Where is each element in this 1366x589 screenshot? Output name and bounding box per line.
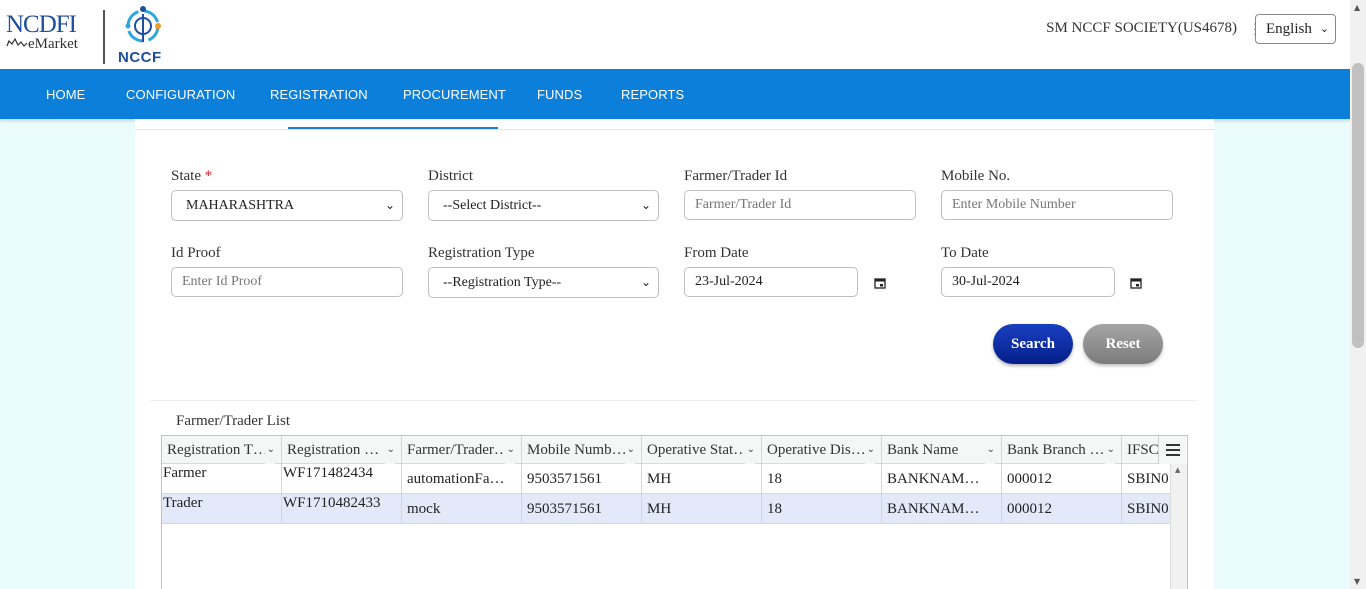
table-row[interactable]: Trader WF1710482433 mock 9503571561 MH 1…	[162, 494, 1170, 524]
sort-icon: ⌄	[984, 436, 995, 464]
cow-icon	[6, 37, 28, 47]
active-tab-indicator	[288, 127, 498, 129]
farmer-id-input[interactable]: Farmer/Trader Id	[684, 190, 916, 220]
reg-type-select[interactable]: --Registration Type-- ⌄	[428, 267, 659, 298]
language-value: English	[1266, 21, 1312, 37]
list-title: Farmer/Trader List	[176, 413, 291, 429]
table-cell: 9503571561	[522, 494, 642, 524]
society-name: SM NCCF SOCIETY(US4678)	[1046, 20, 1237, 36]
column-header[interactable]: Bank Branch … ⌄	[1002, 436, 1122, 464]
sort-icon: ⌄	[624, 436, 635, 464]
calendar-icon[interactable]	[874, 277, 886, 289]
table-cell: 000012	[1002, 464, 1122, 494]
table-row[interactable]: Farmer WF171482434 automationFa… 9503571…	[162, 464, 1170, 494]
emarket-logo-text: eMarket	[6, 36, 86, 53]
table-cell: BANKNAM…	[882, 494, 1002, 524]
state-select[interactable]: MAHARASHTRA ⌄	[171, 190, 403, 221]
column-header[interactable]: Operative Dis… ⌄	[762, 436, 882, 464]
table-cell: 18	[762, 464, 882, 494]
table-cell: MH	[642, 494, 762, 524]
column-header[interactable]: Bank Name ⌄	[882, 436, 1002, 464]
farmer-trader-grid: Registration T… ⌄ Registration … ⌄ Farmer/…	[161, 435, 1188, 589]
table-cell: 000012	[1002, 494, 1122, 524]
state-label: State *	[171, 168, 213, 184]
from-date-input[interactable]: 23-Jul-2024	[684, 267, 858, 297]
district-select[interactable]: --Select District-- ⌄	[428, 190, 659, 221]
from-date-label: From Date	[684, 245, 749, 261]
table-cell: 9503571561	[522, 464, 642, 494]
id-proof-label: Id Proof	[171, 245, 221, 261]
calendar-icon[interactable]	[1130, 277, 1142, 289]
nav-funds[interactable]: FUNDS	[537, 69, 582, 119]
column-header[interactable]: Farmer/Trader… ⌄	[402, 436, 522, 464]
tab-divider	[135, 129, 1214, 130]
reset-button[interactable]: Reset	[1083, 324, 1163, 364]
sort-icon: ⌄	[264, 436, 275, 464]
sort-icon: ⌄	[1104, 436, 1115, 464]
nav-reports[interactable]: REPORTS	[621, 69, 684, 119]
farmer-id-label: Farmer/Trader Id	[684, 168, 788, 184]
chevron-down-icon: ⌄	[640, 275, 651, 289]
column-header[interactable]: Mobile Numb… ⌄	[522, 436, 642, 464]
ncdfi-emarket-logo[interactable]: NCDFI eMarket	[6, 12, 86, 62]
to-date-label: To Date	[941, 245, 989, 261]
table-cell: SBIN0	[1127, 471, 1169, 487]
sort-icon: ⌄	[744, 436, 755, 464]
required-mark: *	[204, 168, 213, 184]
table-cell: WF171482434	[282, 464, 402, 494]
table-cell: MH	[642, 464, 762, 494]
nccf-emblem-icon	[125, 6, 161, 43]
chevron-down-icon: ⌄	[1319, 22, 1329, 35]
table-cell: 18	[762, 494, 882, 524]
page-scrollbar[interactable]: ▲ ▼	[1350, 0, 1366, 589]
sort-icon: ⌄	[384, 436, 395, 464]
id-proof-input[interactable]: Enter Id Proof	[171, 267, 403, 297]
nav-configuration[interactable]: CONFIGURATION	[126, 69, 235, 119]
scroll-up-icon[interactable]: ▲	[1175, 466, 1180, 474]
nav-registration[interactable]: REGISTRATION	[270, 69, 368, 119]
sort-icon: ⌄	[504, 436, 515, 464]
column-header[interactable]: Registration T… ⌄	[162, 436, 282, 464]
column-menu-icon[interactable]	[1158, 436, 1186, 464]
table-cell: BANKNAM…	[882, 464, 1002, 494]
table-cell: SBIN0	[1127, 501, 1169, 517]
mobile-input[interactable]: Enter Mobile Number	[941, 190, 1173, 220]
table-cell: WF1710482433	[282, 494, 402, 524]
district-value: --Select District--	[443, 198, 542, 213]
language-select[interactable]: English ⌄	[1255, 14, 1336, 44]
nccf-logo[interactable]: NCCF	[116, 2, 176, 66]
table-cell: Trader	[162, 494, 282, 524]
nccf-logo-text: NCCF	[118, 49, 162, 66]
main-nav: HOME CONFIGURATION REGISTRATION PROCUREM…	[0, 69, 1350, 119]
top-header: NCDFI eMarket NCCF SM NCCF SOCIETY(US467…	[0, 0, 1350, 69]
logo-divider	[103, 10, 105, 64]
mobile-label: Mobile No.	[941, 168, 1011, 184]
column-header[interactable]: Operative Stat… ⌄	[642, 436, 762, 464]
scroll-down-icon[interactable]: ▼	[1354, 577, 1360, 586]
search-panel: State * MAHARASHTRA ⌄ District --Select …	[135, 119, 1214, 589]
state-value: MAHARASHTRA	[186, 198, 295, 213]
district-label: District	[428, 168, 473, 184]
chevron-down-icon: ⌄	[640, 198, 651, 212]
grid-scrollbar[interactable]: ▲	[1170, 464, 1187, 589]
table-cell: mock	[402, 494, 522, 524]
chevron-down-icon: ⌄	[384, 198, 395, 212]
sort-icon: ⌄	[864, 436, 875, 464]
ncdfi-logo-text: NCDFI	[6, 11, 77, 38]
search-button[interactable]: Search	[993, 324, 1073, 364]
table-cell: Farmer	[162, 464, 282, 494]
column-header[interactable]: Registration … ⌄	[282, 436, 402, 464]
to-date-input[interactable]: 30-Jul-2024	[941, 267, 1115, 297]
scroll-up-icon[interactable]: ▲	[1354, 3, 1360, 12]
reg-type-value: --Registration Type--	[443, 275, 562, 290]
nav-procurement[interactable]: PROCUREMENT	[403, 69, 506, 119]
reg-type-label: Registration Type	[428, 245, 535, 261]
grid-header: Registration T… ⌄ Registration … ⌄ Farmer/…	[162, 436, 1170, 464]
nav-home[interactable]: HOME	[46, 69, 85, 119]
scroll-thumb[interactable]	[1352, 63, 1364, 348]
table-cell: automationFa…	[402, 464, 522, 494]
